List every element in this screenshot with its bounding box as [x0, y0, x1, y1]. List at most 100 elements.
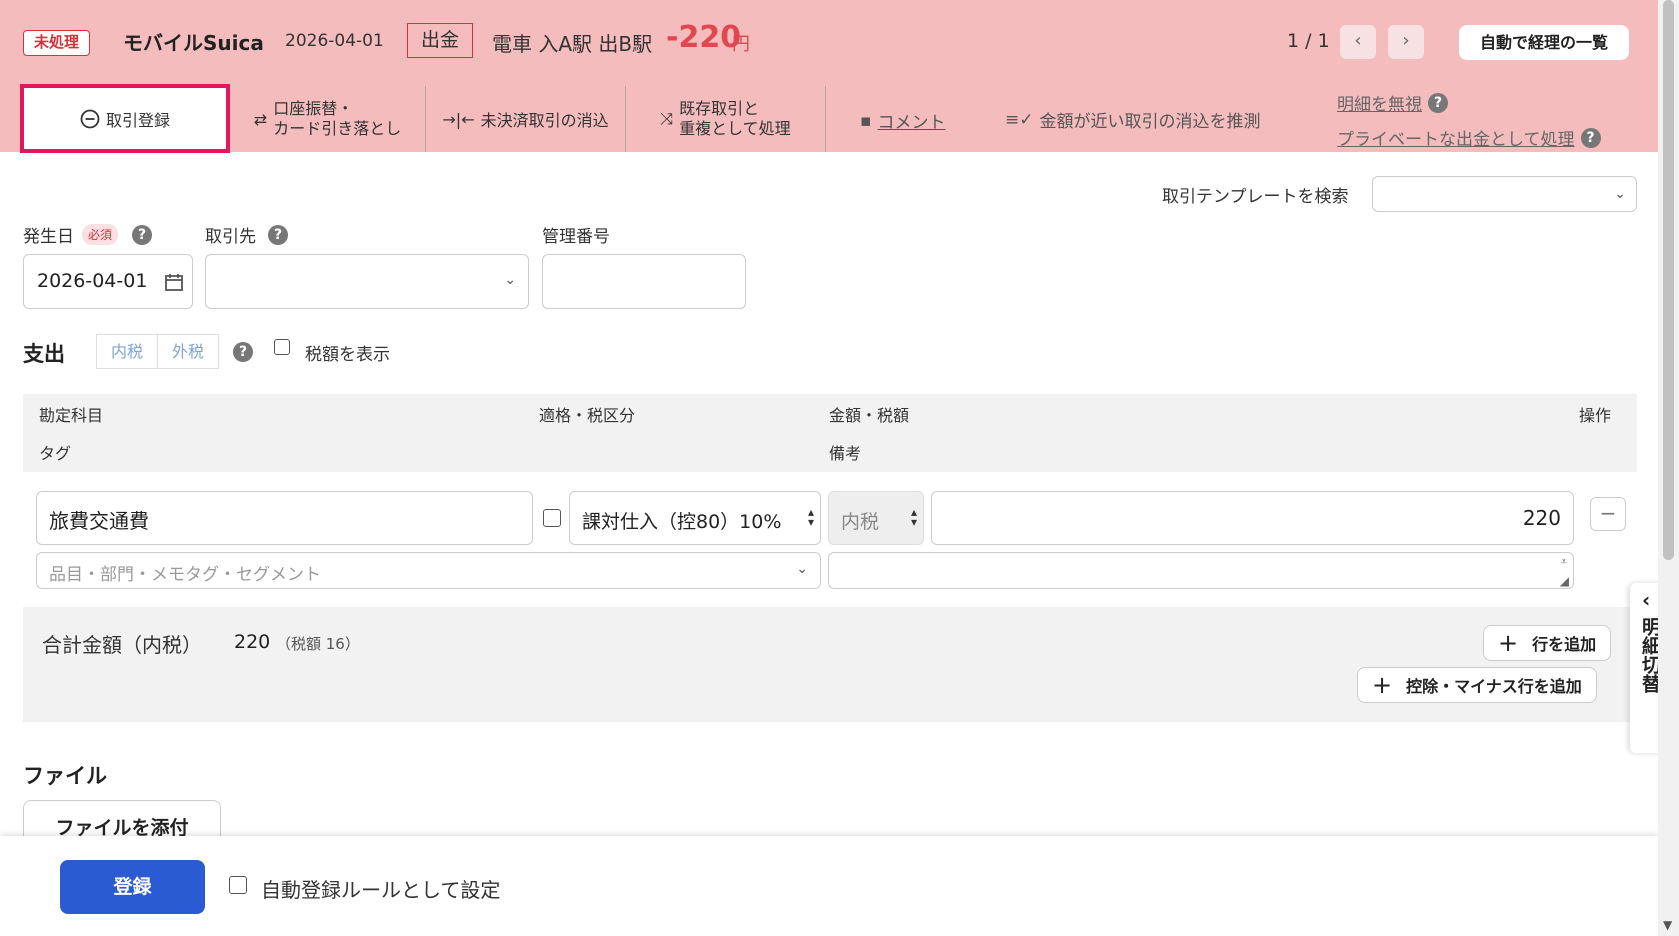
expand-icon[interactable]: ⩡ [1561, 555, 1567, 569]
help-icon[interactable]: ? [1580, 127, 1601, 148]
help-icon[interactable]: ? [1428, 92, 1448, 113]
tag-select[interactable]: 品目・部門・メモタグ・セグメント ⌄ [36, 552, 821, 589]
col-note-label: 備考 [829, 444, 862, 463]
tax-mode-toggle: 内税 外税 [96, 334, 219, 369]
select-arrows-icon: ▴ ▾ [807, 505, 814, 529]
tab-transfer-line2: カード引き落とし [273, 119, 402, 138]
mgmt-number-label: 管理番号 [542, 227, 610, 247]
tax-inclusive-option[interactable]: 内税 [97, 335, 157, 368]
minus-circle-icon [80, 109, 100, 128]
date-input[interactable]: 2026-04-01 [23, 254, 193, 309]
transaction-header: 未処理 モバイルSuica 2026-04-01 出金 電車 入A駅 出B駅 -… [0, 0, 1658, 153]
prev-button[interactable]: ‹ [1340, 25, 1376, 59]
account-item-input[interactable]: 旅費交通費 [36, 491, 533, 545]
help-icon[interactable]: ? [132, 224, 153, 245]
col-tag-label: タグ [39, 444, 72, 463]
next-button[interactable]: › [1388, 25, 1424, 59]
col-ops-label: 操作 [1579, 406, 1612, 425]
note-textarea[interactable]: ⩡ ◢ [828, 552, 1574, 589]
transaction-type-badge: 出金 [407, 23, 473, 58]
add-row-button[interactable]: + 行を追加 [1483, 625, 1612, 661]
add-row-label: 行を追加 [1532, 635, 1597, 654]
list-check-icon: ≡✓ [1005, 109, 1034, 130]
tab-reconcile[interactable]: →|← 未決済取引の消込 [426, 86, 626, 152]
col-tax-label: 適格・税区分 [539, 406, 636, 425]
guess-reconcile-label: 金額が近い取引の消込を推測 [1039, 112, 1261, 132]
footer-bar: 登録 自動登録ルールとして設定 [0, 836, 1658, 936]
partner-label: 取引先 [205, 227, 256, 247]
tab-transfer-line1: 口座振替・ [273, 99, 354, 118]
tab-duplicate-line2: 重複として処理 [679, 119, 791, 138]
tab-duplicate[interactable]: ⤨ 既存取引と 重複として処理 [626, 86, 826, 152]
submit-button[interactable]: 登録 [60, 860, 205, 914]
transaction-amount: -220 [666, 20, 742, 55]
total-amount: 220 [234, 631, 271, 653]
qualified-invoice-checkbox[interactable] [543, 509, 561, 527]
duplicate-merge-icon: ⤨ [660, 109, 674, 128]
file-section-title: ファイル [23, 764, 107, 788]
comment-link[interactable]: ▪ コメント [860, 108, 946, 134]
help-icon[interactable]: ? [268, 224, 288, 245]
chevron-right-icon: › [1402, 30, 1410, 51]
chevron-down-icon: ⌄ [504, 272, 516, 288]
total-label: 合計金額（内税） [42, 633, 202, 657]
auto-rule-label: 自動登録ルールとして設定 [261, 878, 501, 902]
plus-icon: + [1498, 629, 1519, 657]
show-tax-label: 税額を表示 [305, 345, 390, 365]
row-tax-mode-select[interactable]: 内税 ▴ ▾ [828, 491, 924, 545]
select-arrows-icon: ▴ ▾ [910, 505, 917, 529]
mgmt-number-input[interactable] [542, 254, 746, 309]
row-tax-mode-value: 内税 [841, 511, 880, 533]
account-name: モバイルSuica [123, 31, 264, 55]
scroll-down-icon[interactable]: ▼ [1663, 918, 1672, 932]
tax-category-value: 課対仕入（控80）10% [582, 511, 782, 533]
comment-label: コメント [877, 113, 946, 133]
ignore-link[interactable]: 明細を無視 ? [1337, 90, 1448, 115]
transaction-description: 電車 入A駅 出B駅 [492, 32, 653, 56]
totals-panel: 合計金額（内税） 220 （税額 16） [23, 607, 1637, 722]
swap-icon: ⇄ [253, 109, 268, 129]
help-icon[interactable]: ? [233, 342, 253, 362]
add-minus-row-button[interactable]: + 控除・マイナス行を追加 [1357, 667, 1597, 703]
tab-transfer[interactable]: ⇄ 口座振替・ カード引き落とし [230, 86, 426, 152]
plus-icon: + [1372, 671, 1393, 699]
col-amount-label: 金額・税額 [829, 406, 910, 425]
template-search-select[interactable]: ⌄ [1372, 176, 1637, 212]
tax-exclusive-option[interactable]: 外税 [157, 335, 218, 368]
account-item-value: 旅費交通費 [49, 509, 149, 533]
show-tax-checkbox[interactable] [274, 339, 290, 355]
chevron-down-icon: ⌄ [1614, 186, 1626, 202]
scrollbar-thumb[interactable] [1663, 0, 1674, 560]
amount-input[interactable]: 220 [931, 491, 1574, 545]
date-input-value: 2026-04-01 [37, 270, 148, 292]
private-label: プライベートな出金として処理 [1337, 130, 1575, 150]
transaction-date: 2026-04-01 [285, 31, 384, 51]
tab-reconcile-label: 未決済取引の消込 [480, 111, 609, 130]
date-label: 発生日 [23, 227, 74, 247]
pager-count: 1 / 1 [1287, 30, 1330, 52]
tax-category-select[interactable]: 課対仕入（控80）10% ▴ ▾ [569, 491, 821, 545]
amount-value: 220 [1522, 506, 1561, 530]
required-badge: 必須 [82, 224, 119, 245]
add-minus-row-label: 控除・マイナス行を追加 [1406, 677, 1582, 696]
status-badge: 未処理 [23, 30, 91, 56]
tab-register[interactable]: 取引登録 [20, 84, 230, 153]
partner-label-group: 取引先 ? [205, 222, 288, 247]
ignore-label: 明細を無視 [1337, 95, 1422, 115]
guess-reconcile-link[interactable]: ≡✓ 金額が近い取引の消込を推測 [1005, 107, 1261, 133]
remove-row-button[interactable]: − [1590, 497, 1626, 531]
template-search-label: 取引テンプレートを検索 [1162, 187, 1349, 207]
chevron-left-icon: ‹ [1642, 588, 1651, 612]
private-link[interactable]: プライベートな出金として処理 ? [1337, 125, 1601, 150]
expense-section-title: 支出 [23, 342, 65, 366]
tab-duplicate-line1: 既存取引と [679, 99, 760, 118]
calendar-icon[interactable] [164, 272, 184, 292]
partner-select[interactable]: ⌄ [205, 254, 529, 309]
total-tax: （税額 16） [276, 635, 360, 653]
chevron-left-icon: ‹ [1354, 30, 1362, 51]
resize-handle-icon[interactable]: ◢ [1560, 574, 1569, 588]
auto-rule-checkbox[interactable] [229, 876, 247, 894]
tag-placeholder: 品目・部門・メモタグ・セグメント [49, 565, 321, 585]
col-account-label: 勘定科目 [39, 406, 104, 425]
auto-list-button[interactable]: 自動で経理の一覧 [1459, 25, 1629, 60]
